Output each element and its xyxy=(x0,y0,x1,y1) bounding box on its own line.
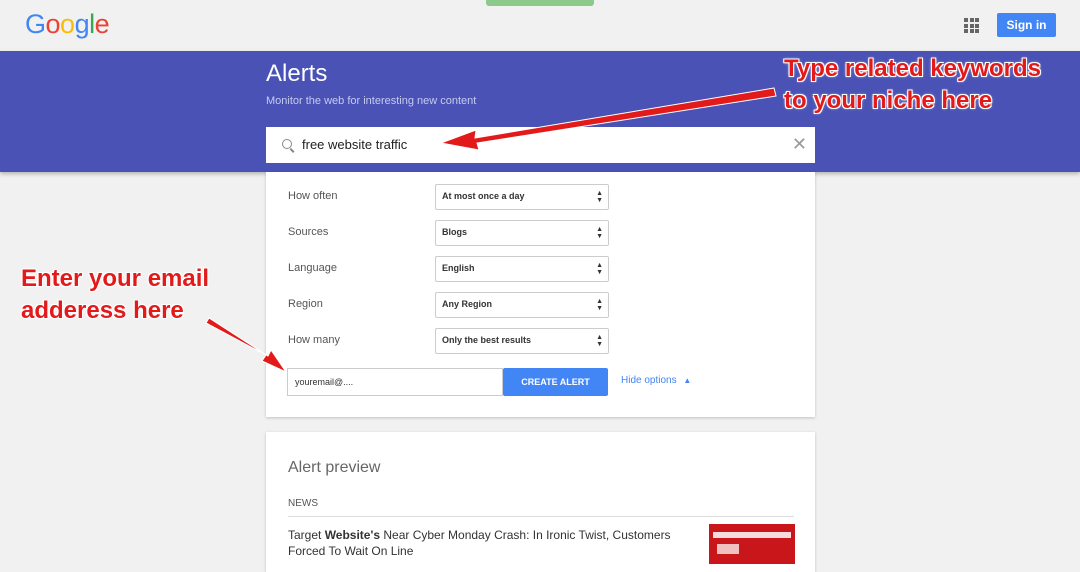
divider xyxy=(288,516,794,517)
option-label: Language xyxy=(288,262,337,274)
annotation-line: Enter your email xyxy=(21,265,210,292)
updown-arrows-icon: ▲ ▼ xyxy=(596,298,603,312)
updown-arrows-icon: ▲ ▼ xyxy=(596,190,603,204)
annotation-line: to your niche here xyxy=(784,87,993,114)
how-many-select[interactable]: Only the best results ▲ ▼ xyxy=(435,328,609,354)
alert-search-box: ✕ xyxy=(266,127,815,163)
preview-title: Alert preview xyxy=(288,459,381,476)
email-field[interactable]: youremail@.... xyxy=(287,368,503,396)
option-label: How many xyxy=(288,334,340,346)
updown-arrows-icon: ▲ ▼ xyxy=(596,262,603,276)
sign-in-button[interactable]: Sign in xyxy=(997,13,1056,37)
option-language: Language English ▲ ▼ xyxy=(288,256,609,282)
option-label: Sources xyxy=(288,226,329,238)
updown-arrows-icon: ▲ ▼ xyxy=(596,226,603,240)
region-select[interactable]: Any Region ▲ ▼ xyxy=(435,292,609,318)
hide-options-label: Hide options xyxy=(621,375,677,386)
top-bar: Google Sign in xyxy=(0,0,1080,51)
page-title: Alerts xyxy=(266,60,328,87)
hide-options-link[interactable]: Hide options ▲ xyxy=(621,375,691,386)
email-annotation: Enter your email adderess here xyxy=(21,263,209,327)
headline-highlight: Website's xyxy=(324,528,381,542)
option-how-many: How many Only the best results ▲ ▼ xyxy=(288,328,609,354)
option-label: Region xyxy=(288,298,323,310)
selected-value: Any Region xyxy=(442,299,493,309)
selected-value: Blogs xyxy=(442,227,468,237)
sources-select[interactable]: Blogs ▲ ▼ xyxy=(435,220,609,246)
google-logo[interactable]: Google xyxy=(25,9,110,40)
clear-icon[interactable]: ✕ xyxy=(792,134,807,155)
email-value: youremail@.... xyxy=(295,377,354,387)
preview-section-label: NEWS xyxy=(288,498,318,509)
headline-text: Target xyxy=(288,528,325,542)
alert-options-card: How often At most once a day ▲ ▼ Sources … xyxy=(266,172,815,417)
keywords-annotation: Type related keywords to your niche here xyxy=(784,53,1041,117)
news-headline-link[interactable]: Target Website's Near Cyber Monday Crash… xyxy=(288,527,688,559)
selected-value: At most once a day xyxy=(442,191,525,201)
annotation-line: adderess here xyxy=(21,297,184,324)
search-icon xyxy=(282,139,292,149)
create-alert-button[interactable]: CREATE ALERT xyxy=(503,368,608,396)
language-select[interactable]: English ▲ ▼ xyxy=(435,256,609,282)
how-often-select[interactable]: At most once a day ▲ ▼ xyxy=(435,184,609,210)
alert-preview-card: Alert preview NEWS Target Website's Near… xyxy=(266,432,815,572)
updown-arrows-icon: ▲ ▼ xyxy=(596,334,603,348)
option-region: Region Any Region ▲ ▼ xyxy=(288,292,609,318)
caret-up-icon: ▲ xyxy=(683,376,692,385)
option-label: How often xyxy=(288,190,338,202)
page-subtitle: Monitor the web for interesting new cont… xyxy=(266,95,477,107)
option-how-often: How often At most once a day ▲ ▼ xyxy=(288,184,609,210)
alert-query-input[interactable] xyxy=(300,136,784,153)
option-sources: Sources Blogs ▲ ▼ xyxy=(288,220,609,246)
selected-value: English xyxy=(442,263,475,273)
news-thumbnail[interactable] xyxy=(709,524,795,564)
apps-grid-icon[interactable] xyxy=(964,18,979,33)
loading-tab xyxy=(486,0,594,6)
selected-value: Only the best results xyxy=(442,335,532,345)
annotation-line: Type related keywords xyxy=(784,55,1041,82)
